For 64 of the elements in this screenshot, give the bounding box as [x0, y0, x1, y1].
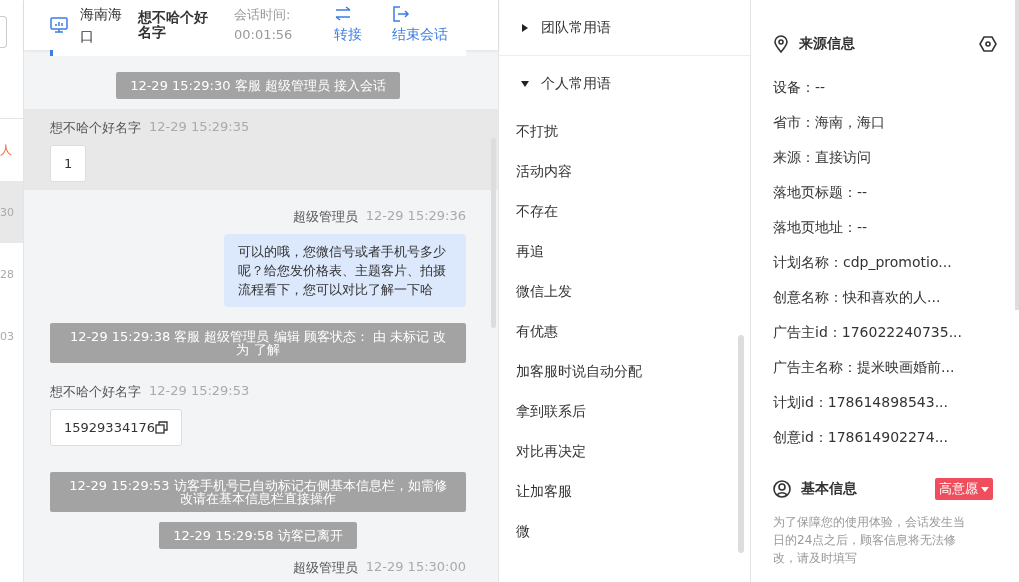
message-time: 12-29 15:29:35: [149, 119, 250, 136]
message-text: 15929334176: [64, 420, 155, 435]
info-field: 创意id：178614902274...: [773, 420, 997, 455]
info-field: 设备：--: [773, 70, 997, 105]
transfer-button[interactable]: 转接: [334, 6, 362, 44]
user-circle-icon: [773, 480, 791, 498]
sender-name: 想不哈个好名字: [50, 119, 141, 137]
caret-icon: [521, 23, 529, 32]
system-notice: 12-29 15:29:53 访客手机号已自动标记右侧基本信息栏，如需修改请在基本信息栏直接操作: [50, 472, 466, 512]
sender-name: 超级管理员: [292, 559, 358, 577]
session-time-label: 会话时间:: [234, 6, 292, 24]
phrase-item[interactable]: 再追: [499, 231, 750, 271]
phrase-item[interactable]: 活动内容: [499, 151, 750, 191]
info-field: 省市：海南，海口: [773, 105, 997, 140]
exit-icon: [392, 6, 410, 22]
message-time: 12-29 15:30:00: [365, 559, 466, 576]
info-field: 广告主id：176022240735...: [773, 315, 997, 350]
session-time: 00:01:56: [234, 26, 294, 44]
system-notice: 12-29 15:29:30 客服 超级管理员 接入会话: [116, 72, 400, 99]
caret-icon: [521, 79, 529, 88]
phrase-item[interactable]: 加客服时说自动分配: [499, 351, 750, 391]
swap-arrows-icon: [334, 6, 352, 22]
phrase-item[interactable]: 让加客服: [499, 471, 750, 511]
visitor-name: 想不哈个好名字: [138, 10, 209, 40]
end-session-button[interactable]: 结束会话: [392, 6, 448, 44]
message-text: 1: [64, 156, 73, 171]
scrollbar[interactable]: [738, 335, 744, 553]
phrase-item[interactable]: 不存在: [499, 191, 750, 231]
info-field: 落地页地址：--: [773, 210, 997, 245]
hexagon-settings-icon[interactable]: [979, 35, 997, 53]
location-pin-icon: [773, 35, 789, 53]
caret-icon: [981, 486, 989, 492]
message-time: 12-29 15:29:36: [365, 208, 466, 225]
copy-icon[interactable]: [155, 421, 168, 434]
search-field[interactable]: [0, 16, 7, 48]
info-field: 创意名称：快和喜欢的人...: [773, 280, 997, 315]
info-field: 来源：直接访问: [773, 140, 997, 175]
sender-name: 超级管理员: [292, 208, 358, 226]
scrollbar[interactable]: [1015, 0, 1019, 310]
message-bubble: 可以的哦，您微信号或者手机号多少呢？给您发价格表、主题客片、拍摄流程看下，您可以对比了解一下哈: [224, 234, 466, 307]
scrollbar[interactable]: [491, 138, 496, 328]
phrase-item[interactable]: 对比再决定: [499, 431, 750, 471]
info-field: 计划名称：cdp_promotio...: [773, 245, 997, 280]
message-time: 12-29 15:29:53: [149, 383, 250, 400]
scroll-marker: [50, 50, 53, 56]
section-title: 基本信息: [801, 480, 858, 498]
info-field: 广告主名称：提米映画婚前...: [773, 350, 997, 385]
phrase-item[interactable]: 拿到联系后: [499, 391, 750, 431]
phrase-group-header[interactable]: 团队常用语: [499, 0, 750, 56]
phrase-item[interactable]: 微信上发: [499, 271, 750, 311]
section-title: 来源信息: [799, 35, 856, 53]
phrase-item[interactable]: 不打扰: [499, 111, 750, 151]
info-note: 为了保障您的使用体验，会话发生当日的24点之后，顾客信息将无法修改，请及时填写: [773, 514, 966, 567]
info-field: 落地页标题：--: [773, 175, 997, 210]
system-notice: 12-29 15:29:58 访客已离开: [159, 522, 357, 549]
phrase-item[interactable]: 微: [499, 511, 750, 551]
phrase-item[interactable]: 有优惠: [499, 311, 750, 351]
monitor-icon: [50, 17, 68, 33]
info-field: 计划id：178614898543...: [773, 385, 997, 420]
intent-dropdown[interactable]: 高意愿: [935, 478, 993, 500]
location-text: 海南海口: [80, 5, 123, 46]
phrase-group-header[interactable]: 个人常用语: [499, 56, 750, 111]
system-notice: 12-29 15:29:38 客服 超级管理员 编辑 顾客状态： 由 未标记 改为 了解: [50, 323, 466, 363]
sender-name: 想不哈个好名字: [50, 383, 141, 401]
